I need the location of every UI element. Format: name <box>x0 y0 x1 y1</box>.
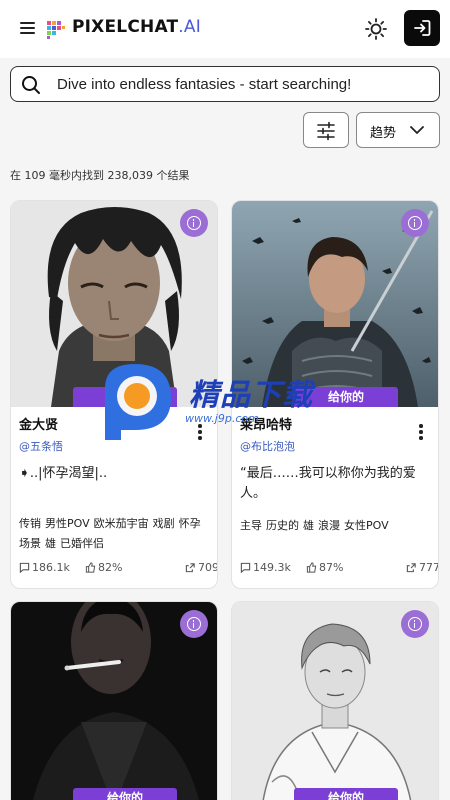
hamburger-icon[interactable] <box>18 18 38 38</box>
card-author[interactable]: @五条悟 <box>19 438 63 454</box>
for-you-ribbon: 给你的 <box>294 788 398 800</box>
tag[interactable]: 场景 <box>19 537 41 551</box>
filter-button[interactable] <box>303 112 349 148</box>
sun-icon[interactable] <box>364 17 388 41</box>
chevron-down-icon <box>410 126 424 134</box>
tag[interactable]: 雄 <box>303 519 314 533</box>
tag[interactable]: 怀孕 <box>179 517 201 531</box>
rating: 82% <box>85 561 122 574</box>
tag[interactable]: 已婚伴侣 <box>60 537 104 551</box>
tag[interactable]: 历史的 <box>266 519 299 533</box>
share-count: 709 <box>185 561 217 574</box>
card-stats: 149.3k 87% 777 <box>240 561 438 575</box>
card-name: 金大贤 <box>19 418 59 433</box>
results-count: 在 109 毫秒内找到 238,039 个结果 <box>10 169 190 182</box>
for-you-ribbon: 给你的 <box>294 387 398 407</box>
card-description: ➧..|怀孕渴望|.. <box>19 466 108 481</box>
character-card[interactable]: 给你的 <box>231 601 439 800</box>
tag[interactable]: 女性POV <box>344 519 389 533</box>
sort-dropdown[interactable]: 趋势 <box>356 112 440 148</box>
share-icon <box>406 563 416 573</box>
tag-list: 传销 男性POV 欧米茄宇宙 戏剧 怀孕场景雄已婚伴侣 <box>19 517 215 557</box>
search-input[interactable] <box>57 67 433 101</box>
tag[interactable]: 浪漫 <box>318 519 340 533</box>
card-stats: 186.1k 82% 709 <box>19 561 217 575</box>
character-card[interactable]: 给你的 <box>10 601 218 800</box>
card-name: 莱昂哈特 <box>240 418 293 433</box>
character-card[interactable]: 给你的 金大贤 @五条悟 ➧..|怀孕渴望|.. 传销 男性POV 欧米茄宇宙 戏剧怀… <box>10 200 218 589</box>
thumbs-up-icon <box>306 562 317 573</box>
tag[interactable]: 雄 <box>45 537 56 551</box>
tag[interactable]: 男性POV <box>45 517 90 531</box>
tag[interactable]: 戏剧 <box>153 517 175 531</box>
for-you-ribbon: 给你的 <box>73 788 177 800</box>
info-icon[interactable] <box>401 209 429 237</box>
tag[interactable]: 传销 <box>19 517 41 531</box>
sign-in-icon <box>414 20 431 36</box>
card-author[interactable]: @布比泡泡 <box>240 438 295 454</box>
share-icon <box>185 563 195 573</box>
more-options-icon[interactable] <box>197 423 203 441</box>
info-icon[interactable] <box>180 610 208 638</box>
more-options-icon[interactable] <box>418 423 424 441</box>
login-button[interactable] <box>404 10 440 46</box>
search-bar <box>10 66 440 102</box>
share-count: 777 <box>406 561 438 574</box>
character-card[interactable]: 给你的 莱昂哈特 @布比泡泡 “最后……我可以称你为我的爱人。 主导 历史的雄浪漫… <box>231 200 439 589</box>
top-bar: PIXELCHAT.AI <box>0 0 450 58</box>
chat-icon <box>19 562 30 574</box>
info-icon[interactable] <box>180 209 208 237</box>
thumbs-up-icon <box>85 562 96 573</box>
logo-text[interactable]: PIXELCHAT.AI <box>72 17 201 37</box>
tag[interactable]: 欧米茄宇宙 <box>94 517 149 531</box>
info-icon[interactable] <box>401 610 429 638</box>
sort-label: 趋势 <box>370 126 397 141</box>
for-you-ribbon: 给你的 <box>73 387 177 407</box>
card-description: “最后……我可以称你为我的爱人。 <box>240 466 416 501</box>
search-icon[interactable] <box>21 75 41 95</box>
logo-mark-icon <box>47 21 65 39</box>
tag[interactable]: 主导 <box>240 519 262 533</box>
message-count: 149.3k <box>240 561 291 574</box>
tag-list: 主导 历史的雄浪漫 女性POV <box>240 519 436 539</box>
logo-suffix: .AI <box>178 17 201 37</box>
sliders-icon <box>317 121 335 141</box>
rating: 87% <box>306 561 343 574</box>
message-count: 186.1k <box>19 561 70 574</box>
chat-icon <box>240 562 251 574</box>
